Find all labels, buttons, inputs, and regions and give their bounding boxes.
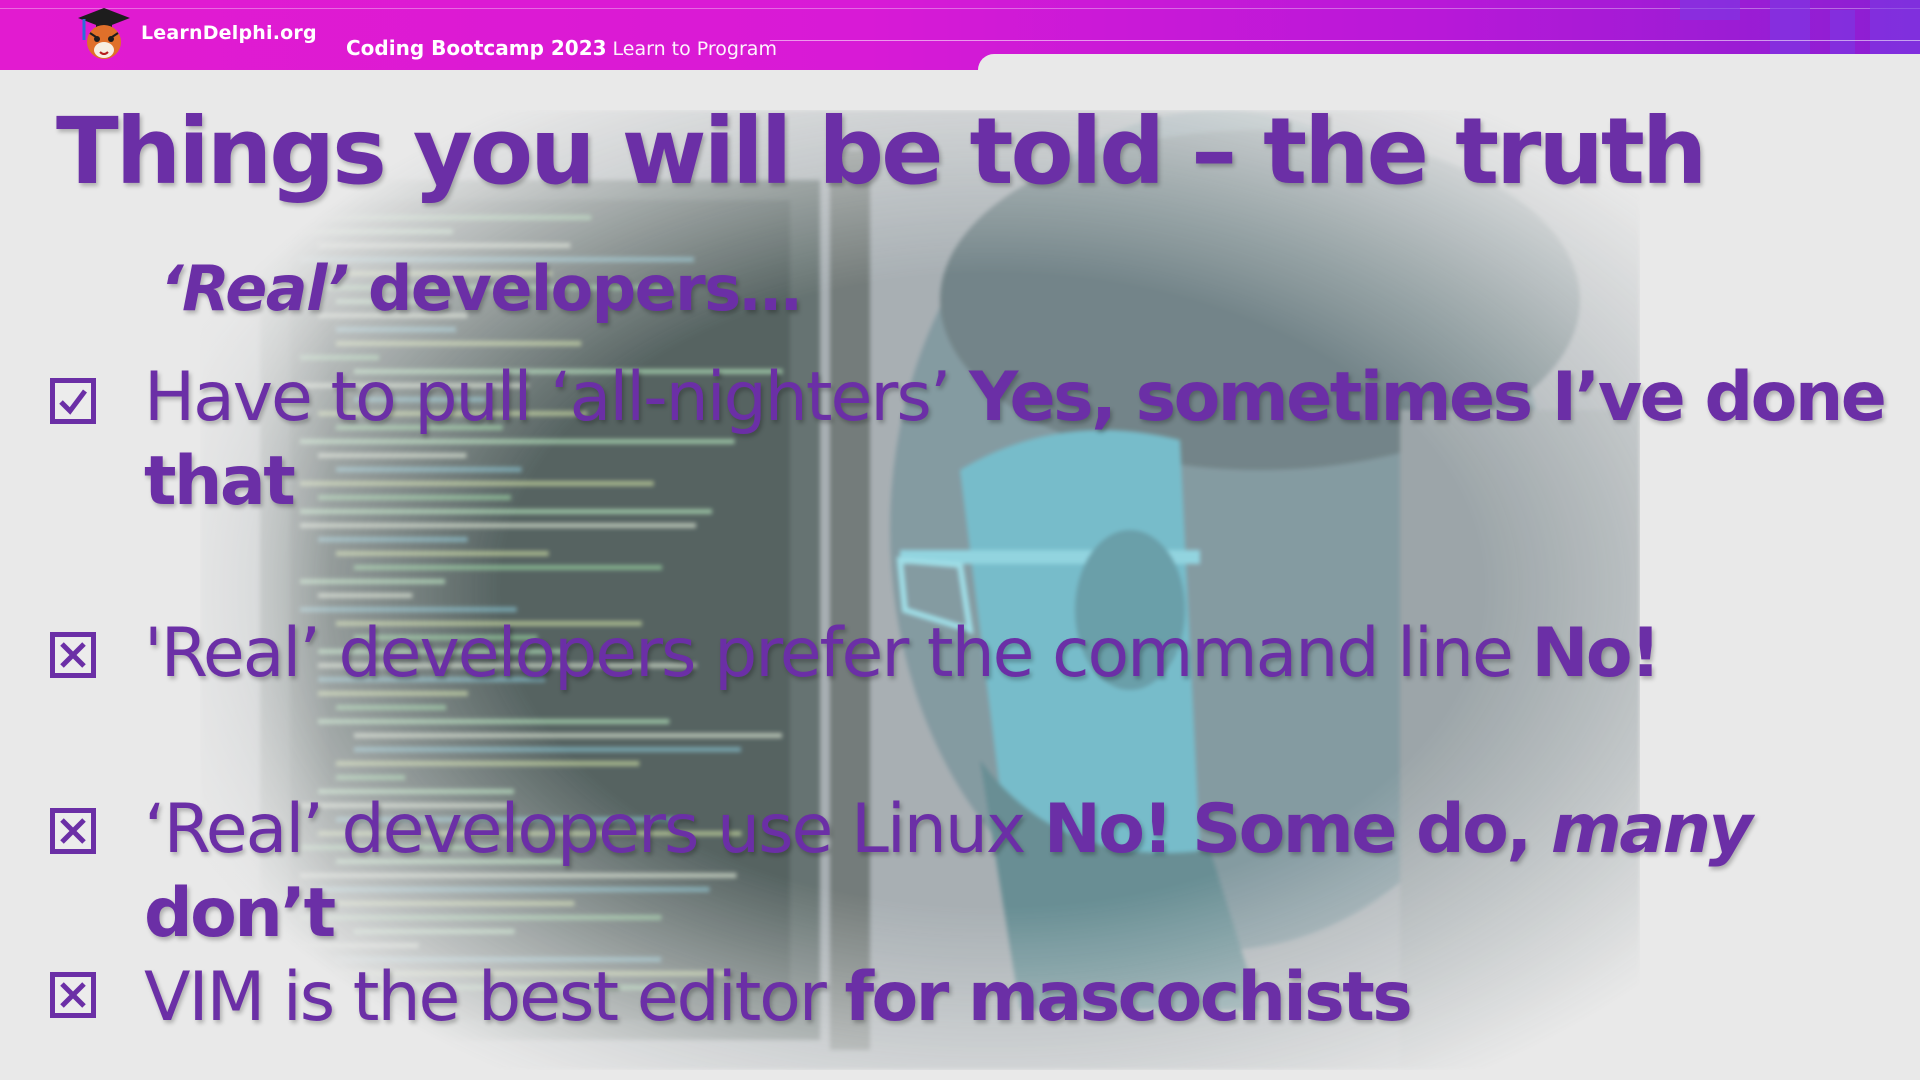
code-line [318, 215, 592, 220]
item-verdict: No! Some do, [1043, 790, 1551, 869]
code-line [354, 565, 663, 570]
code-line [336, 775, 406, 780]
code-line [336, 341, 582, 346]
item-text: Have to pull ‘all-nighters’ Yes, sometim… [144, 356, 1904, 524]
code-line [318, 537, 468, 542]
graduation-cap-tiger-logo-icon [78, 8, 130, 59]
code-line [336, 761, 640, 766]
item-verdict: No! [1531, 614, 1661, 693]
course-name: Coding Bootcamp 2023 [346, 36, 607, 60]
item-claim: 'Real’ developers prefer the command lin… [144, 614, 1532, 693]
crossed-box-icon [50, 808, 96, 854]
item-verdict: for mascochists [844, 958, 1412, 1037]
crossed-box-icon [50, 632, 96, 678]
item-verdict-emphasis: many [1550, 790, 1753, 869]
code-line [336, 327, 457, 332]
course-subtitle: Learn to Program [612, 38, 777, 60]
item-verdict-tail: don’t [144, 874, 336, 953]
checked-box-icon [50, 378, 96, 424]
slide: LearnDelphi.org Coding Bootcamp 2023 Lear… [0, 0, 1920, 1080]
item-text: VIM is the best editor for mascochists [144, 956, 1904, 1040]
item-claim: ‘Real’ developers use Linux [144, 790, 1044, 869]
crossed-box-icon [50, 972, 96, 1018]
site-name: LearnDelphi.org [141, 22, 317, 44]
code-line [336, 705, 447, 710]
code-line [318, 719, 670, 724]
slide-title: Things you will be told – the truth [56, 98, 1707, 205]
subtitle-emphasis: ‘Real’ [160, 252, 349, 325]
code-line [354, 733, 782, 738]
item-claim: Have to pull ‘all-nighters’ [144, 358, 970, 437]
code-line [354, 747, 741, 752]
code-line [318, 243, 571, 248]
item-claim: VIM is the best editor [144, 958, 845, 1037]
subtitle-rest: developers… [347, 252, 802, 325]
banner-tab-cutout [978, 54, 1920, 84]
course-tagline: Coding Bootcamp 2023 Learn to Program [346, 36, 777, 60]
slide-subtitle: ‘Real’ developers… [160, 252, 802, 325]
item-text: 'Real’ developers prefer the command lin… [144, 612, 1904, 696]
item-text: ‘Real’ developers use Linux No! Some do,… [144, 788, 1904, 956]
code-line [336, 551, 549, 556]
code-line [318, 593, 413, 598]
